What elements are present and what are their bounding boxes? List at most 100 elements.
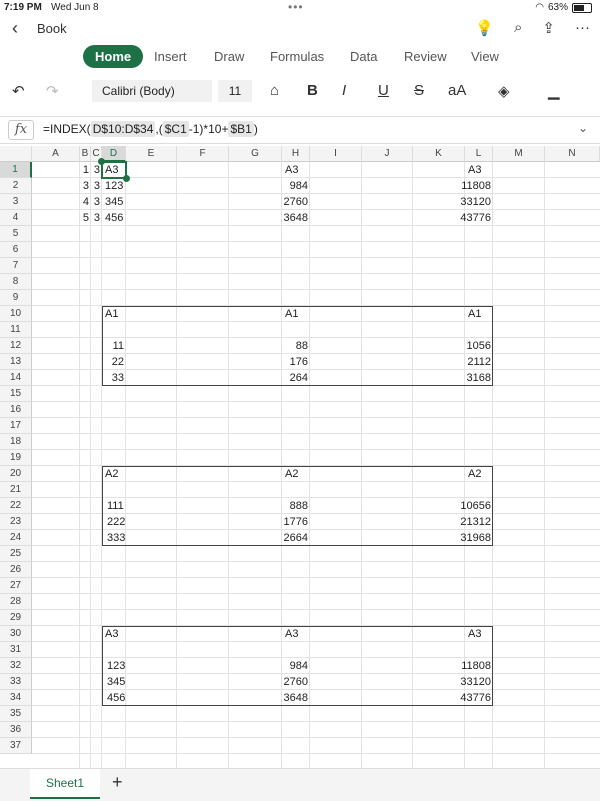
cell-L3[interactable]: 33120: [435, 194, 491, 210]
column-header-J[interactable]: J: [362, 146, 413, 162]
row-header-1[interactable]: 1: [0, 162, 32, 178]
cell-H14[interactable]: 264: [252, 370, 308, 386]
row-header-26[interactable]: 26: [0, 562, 32, 578]
font-family-select[interactable]: Calibri (Body): [92, 80, 212, 102]
tab-review[interactable]: Review: [404, 49, 447, 64]
tab-draw[interactable]: Draw: [214, 49, 244, 64]
cell-C2[interactable]: 3: [91, 178, 100, 194]
cell-H1[interactable]: A3: [285, 162, 345, 178]
row-header-28[interactable]: 28: [0, 594, 32, 610]
row-header-23[interactable]: 23: [0, 514, 32, 530]
formula-input[interactable]: =INDEX( D$10:D$34 ,( $C1 -1)*10+ $B1 ): [43, 121, 258, 137]
bold-button[interactable]: B: [307, 82, 318, 99]
row-header-17[interactable]: 17: [0, 418, 32, 434]
cell-D23[interactable]: 222: [107, 514, 147, 530]
row-header-35[interactable]: 35: [0, 706, 32, 722]
redo-icon[interactable]: ↷: [46, 82, 59, 100]
cell-L34[interactable]: 43776: [435, 690, 491, 706]
cell-D30[interactable]: A3: [105, 626, 165, 642]
row-header-16[interactable]: 16: [0, 402, 32, 418]
cell-D33[interactable]: 345: [107, 674, 147, 690]
cell-H13[interactable]: 176: [252, 354, 308, 370]
font-size-select[interactable]: 11: [218, 80, 252, 102]
cell-D10[interactable]: A1: [105, 306, 165, 322]
cell-L2[interactable]: 11808: [435, 178, 491, 194]
back-chevron-icon[interactable]: ‹: [12, 18, 18, 39]
document-title[interactable]: Book: [37, 21, 67, 36]
cell-D2[interactable]: 123: [105, 178, 165, 194]
format-painter-icon[interactable]: ⌂: [270, 82, 279, 99]
row-header-9[interactable]: 9: [0, 290, 32, 306]
cell-D4[interactable]: 456: [105, 210, 165, 226]
cell-H20[interactable]: A2: [285, 466, 345, 482]
cell-D1[interactable]: A3: [105, 162, 165, 178]
undo-icon[interactable]: ↶: [12, 82, 25, 100]
row-header-32[interactable]: 32: [0, 658, 32, 674]
cell-H12[interactable]: 88: [252, 338, 308, 354]
selection-handle-start[interactable]: [98, 158, 105, 165]
row-header-24[interactable]: 24: [0, 530, 32, 546]
cell-L14[interactable]: 3168: [435, 370, 491, 386]
column-header-L[interactable]: L: [465, 146, 493, 162]
more-icon[interactable]: ···: [575, 19, 590, 37]
row-header-14[interactable]: 14: [0, 370, 32, 386]
column-header-G[interactable]: G: [229, 146, 282, 162]
column-header-B[interactable]: B: [80, 146, 91, 162]
cell-D14[interactable]: 33: [100, 370, 124, 386]
cell-D32[interactable]: 123: [107, 658, 147, 674]
tab-home[interactable]: Home: [83, 45, 144, 68]
cell-H23[interactable]: 1776: [252, 514, 308, 530]
chevron-down-icon[interactable]: ⌄: [578, 121, 588, 135]
lightbulb-icon[interactable]: 💡: [475, 19, 494, 37]
cell-L1[interactable]: A3: [468, 162, 528, 178]
row-header-27[interactable]: 27: [0, 578, 32, 594]
cell-L22[interactable]: 10656: [435, 498, 491, 514]
row-header-7[interactable]: 7: [0, 258, 32, 274]
cell-H3[interactable]: 2760: [252, 194, 308, 210]
tab-formulas[interactable]: Formulas: [270, 49, 324, 64]
italic-button[interactable]: I: [342, 82, 346, 99]
cell-B2[interactable]: 3: [80, 178, 89, 194]
row-header-15[interactable]: 15: [0, 386, 32, 402]
cell-B1[interactable]: 1: [80, 162, 89, 178]
row-header-34[interactable]: 34: [0, 690, 32, 706]
row-header-10[interactable]: 10: [0, 306, 32, 322]
cell-D22[interactable]: 111: [107, 498, 147, 514]
column-header-D[interactable]: D: [102, 146, 126, 162]
cell-H4[interactable]: 3648: [252, 210, 308, 226]
row-header-3[interactable]: 3: [0, 194, 32, 210]
column-header-I[interactable]: I: [310, 146, 362, 162]
column-header-H[interactable]: H: [282, 146, 310, 162]
column-header-M[interactable]: M: [493, 146, 545, 162]
fill-color-icon[interactable]: ◈: [498, 82, 510, 100]
cell-D13[interactable]: 22: [100, 354, 124, 370]
cell-L23[interactable]: 21312: [435, 514, 491, 530]
row-header-5[interactable]: 5: [0, 226, 32, 242]
row-header-29[interactable]: 29: [0, 610, 32, 626]
underline-button[interactable]: U: [378, 82, 389, 99]
multitask-dots-icon[interactable]: •••: [288, 0, 304, 14]
column-header-F[interactable]: F: [177, 146, 229, 162]
cell-C3[interactable]: 3: [91, 194, 100, 210]
cell-D12[interactable]: 11: [100, 338, 124, 354]
tab-view[interactable]: View: [471, 49, 499, 64]
column-header-N[interactable]: N: [545, 146, 600, 162]
cell-L13[interactable]: 2112: [435, 354, 491, 370]
share-icon[interactable]: ⇪: [542, 19, 555, 37]
row-header-33[interactable]: 33: [0, 674, 32, 690]
search-icon[interactable]: ⌕: [514, 19, 522, 37]
cell-L10[interactable]: A1: [468, 306, 528, 322]
cell-D24[interactable]: 333: [107, 530, 147, 546]
row-header-6[interactable]: 6: [0, 242, 32, 258]
row-header-37[interactable]: 37: [0, 738, 32, 754]
cell-L24[interactable]: 31968: [435, 530, 491, 546]
column-header-A[interactable]: A: [32, 146, 80, 162]
row-header-20[interactable]: 20: [0, 466, 32, 482]
row-header-8[interactable]: 8: [0, 274, 32, 290]
row-header-11[interactable]: 11: [0, 322, 32, 338]
cell-B3[interactable]: 4: [80, 194, 89, 210]
cell-H33[interactable]: 2760: [252, 674, 308, 690]
row-header-22[interactable]: 22: [0, 498, 32, 514]
cell-H24[interactable]: 2664: [252, 530, 308, 546]
cell-D3[interactable]: 345: [105, 194, 165, 210]
